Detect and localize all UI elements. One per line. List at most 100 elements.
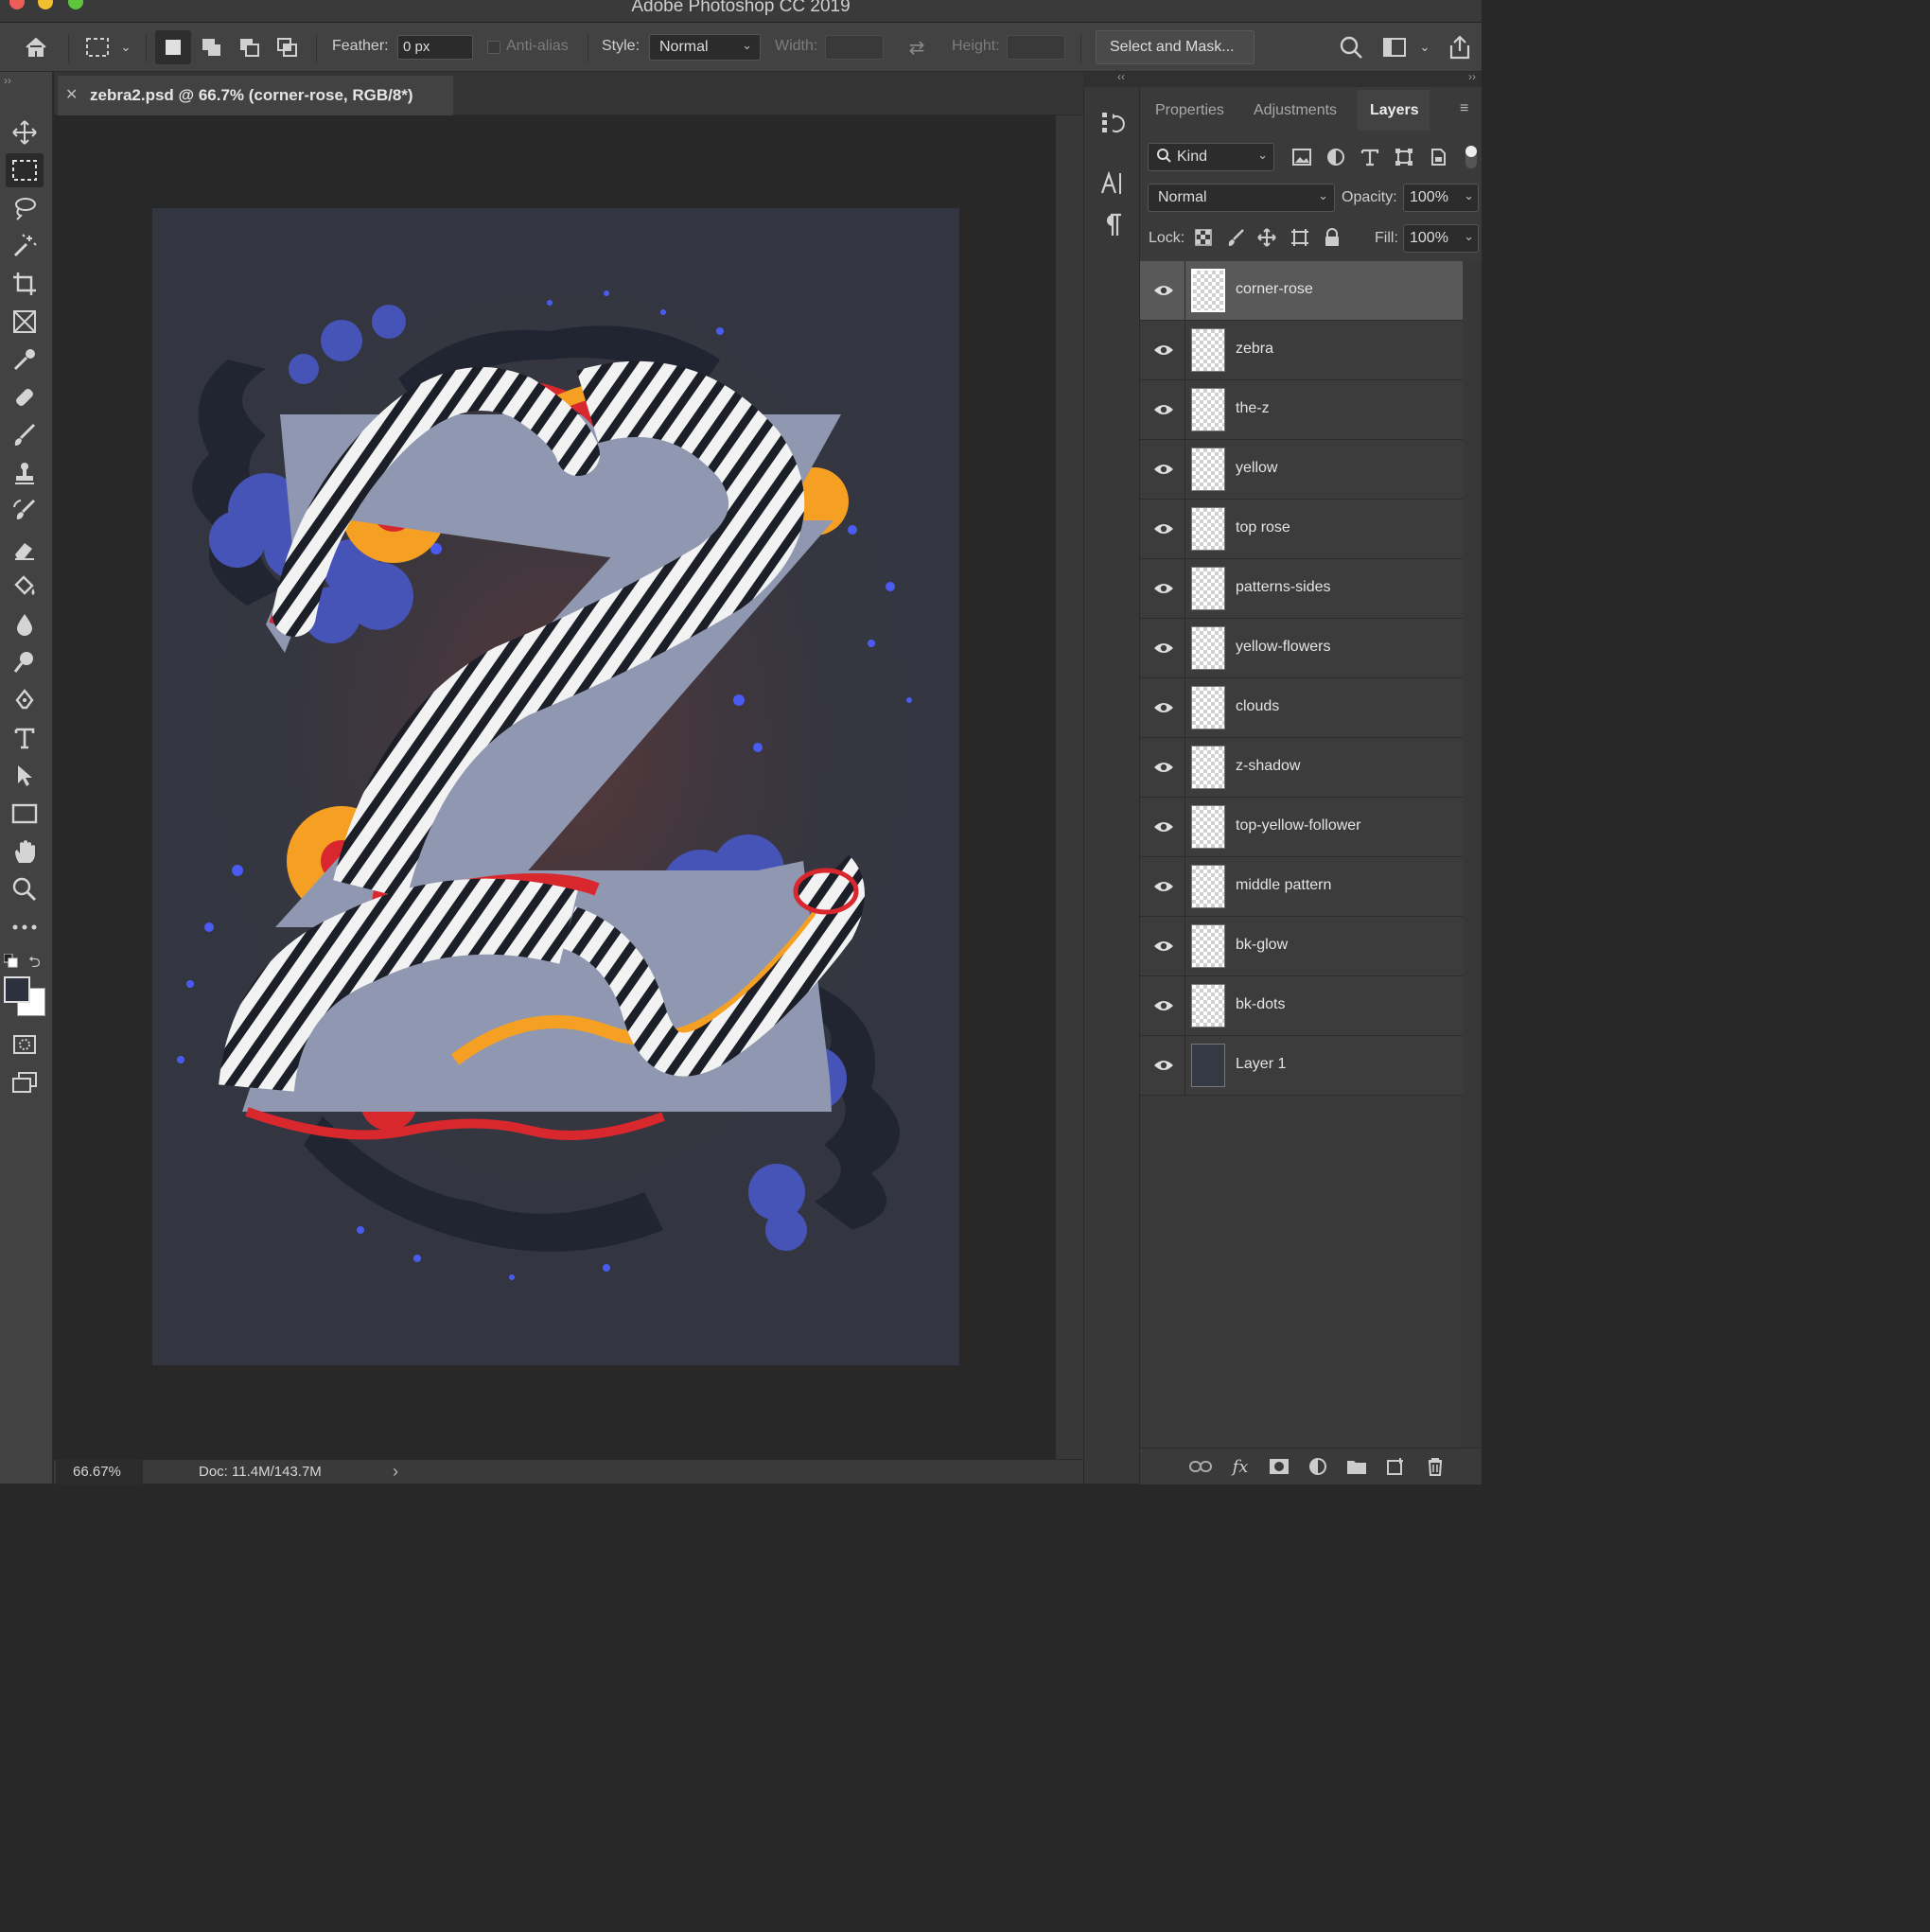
visibility-eye-icon[interactable]	[1153, 578, 1174, 599]
rectangle-tool-icon[interactable]	[6, 797, 44, 831]
link-layers-icon[interactable]	[1187, 1454, 1214, 1479]
feather-input[interactable]: 0 px	[397, 35, 473, 60]
antialias-checkbox[interactable]	[487, 41, 500, 54]
layer-row[interactable]: the-z	[1140, 380, 1463, 440]
brush-tool-icon[interactable]	[6, 418, 44, 452]
smart-object-filter-icon[interactable]	[1426, 146, 1450, 168]
pen-tool-icon[interactable]	[6, 683, 44, 717]
lock-image-pixels-icon[interactable]	[1225, 227, 1246, 248]
visibility-eye-icon[interactable]	[1153, 697, 1174, 718]
layer-row[interactable]: patterns-sides	[1140, 559, 1463, 619]
shape-layer-filter-icon[interactable]	[1392, 146, 1416, 168]
tab-adjustments[interactable]: Adjustments	[1254, 102, 1337, 119]
style-dropdown[interactable]: Normal ⌄	[649, 34, 761, 61]
chevron-down-icon[interactable]: ⌄	[117, 36, 134, 59]
add-to-selection-icon[interactable]	[197, 34, 227, 61]
height-input[interactable]	[1007, 35, 1065, 60]
lock-position-icon[interactable]	[1256, 227, 1277, 248]
layer-row[interactable]: middle pattern	[1140, 857, 1463, 917]
hand-tool-icon[interactable]	[6, 834, 44, 869]
expand-toolbar-icon[interactable]: ››	[4, 74, 11, 87]
select-and-mask-button[interactable]: Select and Mask...	[1096, 30, 1254, 64]
type-tool-icon[interactable]	[6, 721, 44, 755]
character-panel-icon[interactable]	[1097, 168, 1128, 199]
screen-mode-icon[interactable]	[6, 1065, 44, 1099]
layers-scrollbar[interactable]	[1464, 261, 1482, 1448]
width-input[interactable]	[825, 35, 884, 60]
tab-properties[interactable]: Properties	[1155, 102, 1224, 119]
layer-row[interactable]: yellow-flowers	[1140, 619, 1463, 678]
eyedropper-tool-icon[interactable]	[6, 342, 44, 377]
visibility-eye-icon[interactable]	[1153, 459, 1174, 480]
layer-row[interactable]: Layer 1	[1140, 1036, 1463, 1096]
visibility-eye-icon[interactable]	[1153, 757, 1174, 778]
swap-colors-icon[interactable]: ⮌	[28, 952, 41, 977]
visibility-eye-icon[interactable]	[1153, 399, 1174, 420]
share-icon[interactable]	[1444, 32, 1476, 62]
dodge-tool-icon[interactable]	[6, 645, 44, 679]
vertical-scrollbar[interactable]	[1055, 115, 1083, 1459]
layer-row[interactable]: top rose	[1140, 500, 1463, 559]
crop-tool-icon[interactable]	[6, 267, 44, 301]
clone-stamp-tool-icon[interactable]	[6, 456, 44, 490]
zoom-tool-icon[interactable]	[6, 872, 44, 906]
lock-artboard-icon[interactable]	[1290, 227, 1310, 248]
visibility-eye-icon[interactable]	[1153, 876, 1174, 897]
document-tab[interactable]: ✕ zebra2.psd @ 66.7% (corner-rose, RGB/8…	[58, 76, 453, 115]
search-icon[interactable]	[1336, 34, 1366, 61]
chevron-down-icon[interactable]: ⌄	[1415, 36, 1434, 59]
visibility-eye-icon[interactable]	[1153, 280, 1174, 301]
swap-dimensions-icon[interactable]: ⇄	[903, 34, 931, 61]
new-selection-icon[interactable]	[155, 30, 191, 64]
close-icon[interactable]: ✕	[65, 85, 78, 104]
chevron-right-icon[interactable]: ›	[393, 1462, 398, 1482]
quick-mask-icon[interactable]	[6, 1027, 44, 1062]
home-icon[interactable]	[21, 34, 51, 61]
document-canvas[interactable]	[152, 208, 959, 1365]
visibility-eye-icon[interactable]	[1153, 340, 1174, 360]
collapse-left-icon[interactable]: ‹‹	[1117, 70, 1125, 83]
default-colors-icon[interactable]	[3, 953, 19, 974]
layer-row[interactable]: corner-rose	[1140, 261, 1463, 321]
filter-toggle[interactable]	[1465, 146, 1477, 168]
history-brush-tool-icon[interactable]	[6, 494, 44, 528]
paragraph-panel-icon[interactable]	[1097, 210, 1128, 240]
blend-mode-dropdown[interactable]: Normal ⌄	[1148, 184, 1335, 212]
pixel-layer-filter-icon[interactable]	[1290, 146, 1314, 168]
blur-tool-icon[interactable]	[6, 607, 44, 641]
healing-brush-tool-icon[interactable]	[6, 380, 44, 414]
frame-tool-icon[interactable]	[6, 305, 44, 339]
more-tools-icon[interactable]	[6, 910, 44, 944]
type-layer-filter-icon[interactable]	[1358, 146, 1382, 168]
adjustment-layer-filter-icon[interactable]	[1324, 146, 1348, 168]
layer-row[interactable]: bk-glow	[1140, 917, 1463, 976]
visibility-eye-icon[interactable]	[1153, 1055, 1174, 1076]
visibility-eye-icon[interactable]	[1153, 638, 1174, 659]
lasso-tool-icon[interactable]	[6, 191, 44, 225]
lock-transparent-pixels-icon[interactable]	[1193, 227, 1214, 248]
marquee-preset-icon[interactable]	[83, 34, 112, 61]
collapse-right-icon[interactable]: ››	[1468, 70, 1476, 83]
new-layer-icon[interactable]	[1382, 1454, 1409, 1479]
layer-row[interactable]: zebra	[1140, 321, 1463, 380]
visibility-eye-icon[interactable]	[1153, 936, 1174, 957]
visibility-eye-icon[interactable]	[1153, 518, 1174, 539]
subtract-from-selection-icon[interactable]	[235, 34, 265, 61]
opacity-input[interactable]: 100% ⌄	[1403, 184, 1479, 212]
layer-effects-icon[interactable]: fx	[1227, 1454, 1254, 1479]
lock-all-icon[interactable]	[1322, 227, 1342, 248]
workspace-icon[interactable]	[1379, 34, 1410, 61]
fill-input[interactable]: 100% ⌄	[1403, 224, 1479, 253]
history-panel-icon[interactable]	[1097, 108, 1128, 138]
zoom-level[interactable]: 66.67%	[56, 1460, 143, 1484]
add-mask-icon[interactable]	[1266, 1454, 1292, 1479]
layer-row[interactable]: z-shadow	[1140, 738, 1463, 798]
layer-row[interactable]: yellow	[1140, 440, 1463, 500]
panel-menu-icon[interactable]: ≡	[1460, 100, 1468, 117]
rectangular-marquee-tool-icon[interactable]	[6, 153, 44, 187]
delete-layer-icon[interactable]	[1422, 1454, 1448, 1479]
path-selection-tool-icon[interactable]	[6, 759, 44, 793]
layer-row[interactable]: bk-dots	[1140, 976, 1463, 1036]
move-tool-icon[interactable]	[6, 115, 44, 149]
eraser-tool-icon[interactable]	[6, 532, 44, 566]
